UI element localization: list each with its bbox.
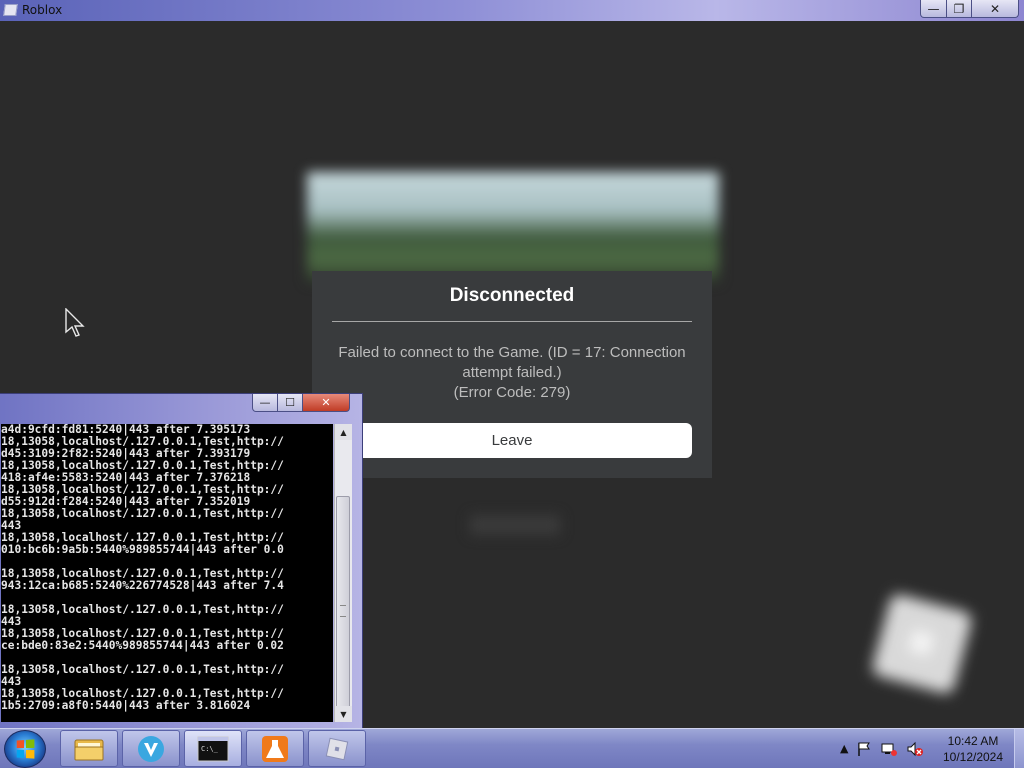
scroll-up-arrow-icon[interactable]: ▲ — [335, 424, 352, 440]
dialog-message: Failed to connect to the Game. (ID = 17:… — [332, 343, 692, 403]
console-maximize-button[interactable]: ☐ — [277, 394, 303, 412]
restore-button[interactable]: ❐ — [946, 0, 972, 18]
blurred-loading-text — [470, 515, 560, 535]
action-center-flag-icon[interactable] — [856, 741, 872, 757]
console-scrollbar[interactable]: ▲ ▼ — [334, 424, 352, 722]
console-window[interactable]: — ☐ ✕ a4d:9cfd:fd81:5240|443 after 7.395… — [0, 393, 363, 729]
disconnected-dialog: Disconnected Failed to connect to the Ga… — [312, 271, 712, 478]
taskbar-lab-app[interactable] — [246, 730, 304, 767]
minimize-button[interactable]: — — [920, 0, 947, 18]
scrollbar-thumb[interactable] — [336, 496, 350, 721]
console-log-text: a4d:9cfd:fd81:5240|443 after 7.395173 18… — [1, 424, 284, 712]
command-prompt-icon: C:\_ — [197, 736, 229, 761]
windows-logo-icon — [16, 739, 35, 759]
network-icon[interactable] — [880, 741, 898, 757]
roblox-icon — [325, 737, 349, 760]
roblox-title-bar[interactable]: Roblox — ❐ ✕ — [0, 0, 1024, 21]
console-output[interactable]: a4d:9cfd:fd81:5240|443 after 7.395173 18… — [1, 424, 333, 722]
taskbar-command-prompt[interactable]: C:\_ — [184, 730, 242, 767]
leave-button[interactable]: Leave — [332, 423, 692, 458]
show-desktop-button[interactable] — [1014, 729, 1024, 768]
show-hidden-icons-chevron[interactable]: ▲ — [840, 742, 848, 755]
console-minimize-button[interactable]: — — [252, 394, 278, 412]
taskbar: C:\_ ▲ 10:42 AM 10/12/2024 — [0, 728, 1024, 768]
dialog-divider — [332, 321, 692, 322]
svg-text:C:\_: C:\_ — [201, 745, 219, 753]
folder-icon — [74, 739, 104, 760]
clock-time: 10:42 AM — [947, 734, 999, 748]
dialog-title: Disconnected — [449, 285, 575, 306]
game-thumbnail — [307, 172, 719, 282]
system-tray: ▲ — [840, 729, 924, 768]
dialog-message-line2: attempt failed.) — [462, 364, 562, 381]
close-button[interactable]: ✕ — [971, 0, 1019, 18]
taskbar-file-explorer[interactable] — [60, 730, 118, 767]
volume-muted-icon[interactable] — [906, 741, 924, 757]
error-code: (Error Code: 279) — [453, 384, 571, 401]
dialog-message-line1: Failed to connect to the Game. (ID = 17:… — [338, 344, 686, 361]
mouse-cursor-icon — [65, 308, 85, 337]
taskbar-clock[interactable]: 10:42 AM 10/12/2024 — [936, 733, 1010, 765]
roblox-window-icon — [3, 4, 18, 16]
taskbar-vpn-app[interactable] — [122, 730, 180, 767]
window-title: Roblox — [22, 3, 63, 17]
lab-flask-app-icon — [262, 735, 288, 762]
console-close-button[interactable]: ✕ — [302, 394, 350, 412]
vpn-app-icon — [138, 735, 164, 762]
clock-date: 10/12/2024 — [942, 750, 1004, 764]
scroll-down-arrow-icon[interactable]: ▼ — [335, 706, 352, 722]
scrollbar-grip-icon — [340, 605, 346, 617]
taskbar-roblox[interactable] — [308, 730, 366, 767]
start-button[interactable] — [4, 730, 46, 768]
